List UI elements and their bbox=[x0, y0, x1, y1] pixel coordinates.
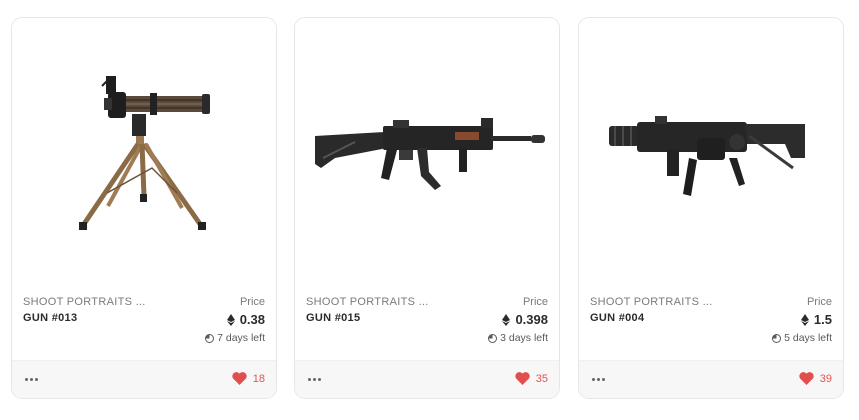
nft-card[interactable]: SHOOT PORTRAITS ... GUN #013 Price 0.38 … bbox=[11, 17, 277, 399]
like-count: 35 bbox=[535, 372, 548, 385]
nft-card-grid: SHOOT PORTRAITS ... GUN #013 Price 0.38 … bbox=[0, 0, 859, 420]
like-count: 18 bbox=[252, 372, 265, 385]
ethereum-icon bbox=[226, 313, 235, 326]
time-left: 7 days left bbox=[205, 332, 265, 344]
heavy-gun-image bbox=[609, 116, 805, 196]
like-button[interactable]: 39 bbox=[799, 372, 832, 385]
more-dots-icon bbox=[308, 378, 311, 381]
nft-image-minigun[interactable] bbox=[12, 18, 276, 290]
nft-name[interactable]: GUN #013 bbox=[23, 312, 77, 324]
nft-image-heavy-gun[interactable] bbox=[579, 18, 843, 290]
clock-icon bbox=[772, 333, 782, 343]
card-footer: 35 bbox=[295, 360, 559, 398]
heart-icon bbox=[515, 372, 530, 385]
like-button[interactable]: 18 bbox=[232, 372, 265, 385]
nft-card[interactable]: SHOOT PORTRAITS ... GUN #015 Price 0.398… bbox=[294, 17, 560, 399]
more-dots-icon bbox=[25, 378, 28, 381]
card-footer: 18 bbox=[12, 360, 276, 398]
ethereum-icon bbox=[502, 313, 511, 326]
collection-name[interactable]: SHOOT PORTRAITS ... bbox=[306, 296, 429, 308]
time-left-label: 5 days left bbox=[784, 332, 832, 344]
more-dots-icon bbox=[592, 378, 595, 381]
collection-name[interactable]: SHOOT PORTRAITS ... bbox=[23, 296, 146, 308]
like-button[interactable]: 35 bbox=[515, 372, 548, 385]
time-left: 5 days left bbox=[772, 332, 832, 344]
price-row: 1.5 bbox=[800, 312, 832, 327]
clock-icon bbox=[488, 333, 498, 343]
assault-rifle-image bbox=[315, 118, 545, 190]
like-count: 39 bbox=[819, 372, 832, 385]
nft-name[interactable]: GUN #004 bbox=[590, 312, 644, 324]
price-label: Price bbox=[522, 296, 548, 308]
price-row: 0.398 bbox=[502, 312, 548, 327]
collection-name[interactable]: SHOOT PORTRAITS ... bbox=[590, 296, 713, 308]
price-row: 0.38 bbox=[226, 312, 265, 327]
price-label: Price bbox=[239, 296, 265, 308]
time-left-label: 3 days left bbox=[500, 332, 548, 344]
nft-name[interactable]: GUN #015 bbox=[306, 312, 360, 324]
price-value: 0.38 bbox=[239, 312, 265, 327]
price-label: Price bbox=[806, 296, 832, 308]
nft-image-rifle[interactable] bbox=[295, 18, 559, 290]
more-options-button[interactable] bbox=[590, 371, 608, 387]
price-value: 0.398 bbox=[515, 312, 548, 327]
more-options-button[interactable] bbox=[23, 371, 41, 387]
heart-icon bbox=[799, 372, 814, 385]
nft-info: SHOOT PORTRAITS ... GUN #013 Price 0.38 … bbox=[12, 296, 276, 366]
more-options-button[interactable] bbox=[306, 371, 324, 387]
time-left: 3 days left bbox=[488, 332, 548, 344]
clock-icon bbox=[205, 333, 215, 343]
ethereum-icon bbox=[800, 313, 809, 326]
time-left-label: 7 days left bbox=[217, 332, 265, 344]
card-footer: 39 bbox=[579, 360, 843, 398]
minigun-tripod-image bbox=[79, 76, 210, 230]
price-value: 1.5 bbox=[813, 312, 832, 327]
heart-icon bbox=[232, 372, 247, 385]
nft-info: SHOOT PORTRAITS ... GUN #015 Price 0.398… bbox=[295, 296, 559, 366]
nft-card[interactable]: SHOOT PORTRAITS ... GUN #004 Price 1.5 5… bbox=[578, 17, 844, 399]
nft-info: SHOOT PORTRAITS ... GUN #004 Price 1.5 5… bbox=[579, 296, 843, 366]
